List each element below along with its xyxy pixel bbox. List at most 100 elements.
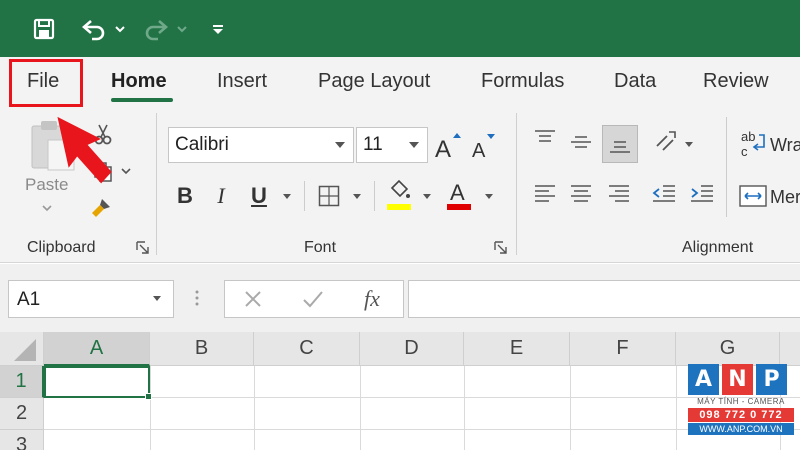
- font-name-combo[interactable]: Calibri: [168, 127, 354, 163]
- undo-dropdown[interactable]: [114, 14, 126, 44]
- insert-function-button[interactable]: fx: [357, 285, 387, 313]
- enter-icon: [303, 291, 323, 308]
- decrease-indent-button[interactable]: [650, 181, 678, 207]
- column-header-a[interactable]: A: [44, 332, 150, 366]
- tab-formulas[interactable]: Formulas: [481, 70, 564, 93]
- merge-icon: [739, 185, 767, 207]
- increase-indent-button[interactable]: [688, 181, 716, 207]
- align-center-button[interactable]: [568, 181, 594, 207]
- active-cell-a1[interactable]: [44, 366, 150, 398]
- decrease-font-button[interactable]: A: [470, 127, 498, 163]
- formula-bar-grip[interactable]: [195, 288, 199, 308]
- row-header-1[interactable]: 1: [0, 366, 44, 398]
- align-center-icon: [571, 185, 591, 202]
- paste-dropdown[interactable]: [40, 203, 54, 213]
- cancel-button[interactable]: [241, 287, 265, 311]
- group-separator: [516, 113, 517, 255]
- arrow-pointer-icon: [57, 116, 112, 184]
- increase-font-button[interactable]: A: [434, 127, 462, 163]
- decrease-indent-icon: [652, 185, 675, 202]
- font-size-combo[interactable]: 11: [356, 127, 428, 163]
- grid-line: [360, 366, 361, 450]
- ribbon-tabs: File Home Insert Page Layout Formulas Da…: [0, 57, 800, 107]
- grid-line: [254, 366, 255, 450]
- chevron-down-icon: [409, 142, 419, 148]
- group-separator: [156, 113, 157, 255]
- align-top-icon: [535, 130, 555, 142]
- column-header-c[interactable]: C: [254, 332, 360, 366]
- copy-dropdown[interactable]: [120, 165, 132, 177]
- fill-color-dropdown[interactable]: [420, 189, 434, 203]
- watermark-letter: P: [756, 364, 787, 395]
- borders-dropdown[interactable]: [350, 189, 364, 203]
- orientation-dropdown[interactable]: [682, 137, 696, 151]
- italic-button[interactable]: I: [208, 181, 234, 211]
- formula-controls: fx: [224, 280, 404, 318]
- alignment-divider: [726, 117, 727, 217]
- decrease-font-icon: A: [472, 134, 495, 161]
- chevron-down-icon: [335, 142, 345, 148]
- align-right-icon: [609, 185, 629, 202]
- align-middle-button[interactable]: [568, 129, 594, 155]
- tab-home[interactable]: Home: [111, 70, 167, 93]
- orientation-button[interactable]: [652, 129, 680, 155]
- wrap-text-icon-box[interactable]: ab c: [738, 129, 768, 159]
- font-launcher-icon[interactable]: [494, 241, 508, 255]
- save-icon: [33, 18, 55, 40]
- grip-icon: [195, 290, 199, 306]
- align-bottom-button[interactable]: [602, 125, 638, 163]
- align-left-button[interactable]: [532, 181, 558, 207]
- format-painter-button[interactable]: [88, 195, 114, 221]
- column-header-d[interactable]: D: [360, 332, 464, 366]
- font-group-label: Font: [304, 239, 337, 256]
- tab-review[interactable]: Review: [703, 70, 769, 93]
- column-header-b[interactable]: B: [150, 332, 254, 366]
- chevron-down-icon: [115, 26, 125, 33]
- merge-icon-box[interactable]: [738, 183, 768, 209]
- column-header-h[interactable]: [780, 332, 800, 366]
- fill-color-button[interactable]: [384, 177, 414, 213]
- undo-button[interactable]: [80, 14, 108, 44]
- font-color-icon: A: [447, 180, 471, 210]
- tab-data[interactable]: Data: [614, 70, 656, 93]
- svg-text:c: c: [741, 144, 748, 159]
- clipboard-launcher-icon[interactable]: [136, 241, 150, 255]
- increase-font-icon: A: [435, 133, 461, 161]
- name-box[interactable]: A1: [8, 280, 174, 318]
- column-header-g[interactable]: G: [676, 332, 780, 366]
- fill-handle[interactable]: [145, 393, 152, 400]
- svg-text:A: A: [435, 136, 451, 161]
- save-button[interactable]: [32, 14, 56, 44]
- row-header-3[interactable]: 3: [0, 430, 44, 450]
- align-top-button[interactable]: [532, 125, 558, 151]
- file-tab-highlight: [9, 59, 83, 107]
- merge-label[interactable]: Mer: [770, 187, 800, 208]
- chevron-down-icon: [353, 193, 361, 199]
- borders-button[interactable]: [316, 181, 342, 211]
- formula-input[interactable]: [408, 280, 800, 318]
- font-color-dropdown[interactable]: [482, 189, 496, 203]
- align-right-button[interactable]: [606, 181, 632, 207]
- bold-button[interactable]: B: [172, 181, 198, 211]
- select-all-icon: [14, 339, 36, 361]
- watermark-letter: A: [688, 364, 719, 395]
- redo-dropdown[interactable]: [176, 14, 188, 44]
- name-box-value: A1: [17, 289, 41, 310]
- redo-button[interactable]: [142, 14, 170, 44]
- column-header-e[interactable]: E: [464, 332, 570, 366]
- svg-text:ab: ab: [741, 129, 755, 144]
- underline-dropdown[interactable]: [280, 189, 294, 203]
- customize-qat-button[interactable]: [212, 14, 224, 44]
- font-color-button[interactable]: A: [444, 177, 474, 213]
- row-header-2[interactable]: 2: [0, 398, 44, 430]
- bold-icon: B: [177, 183, 193, 208]
- function-icon: fx: [364, 286, 380, 311]
- enter-button[interactable]: [301, 287, 325, 311]
- watermark-site: WWW.ANP.COM.VN: [688, 423, 794, 435]
- wrap-text-label[interactable]: Wra: [770, 135, 800, 156]
- column-header-f[interactable]: F: [570, 332, 676, 366]
- tab-page-layout[interactable]: Page Layout: [318, 70, 430, 93]
- clipboard-group-label: Clipboard: [27, 239, 96, 256]
- underline-button[interactable]: U: [246, 181, 272, 211]
- tab-insert[interactable]: Insert: [217, 70, 267, 93]
